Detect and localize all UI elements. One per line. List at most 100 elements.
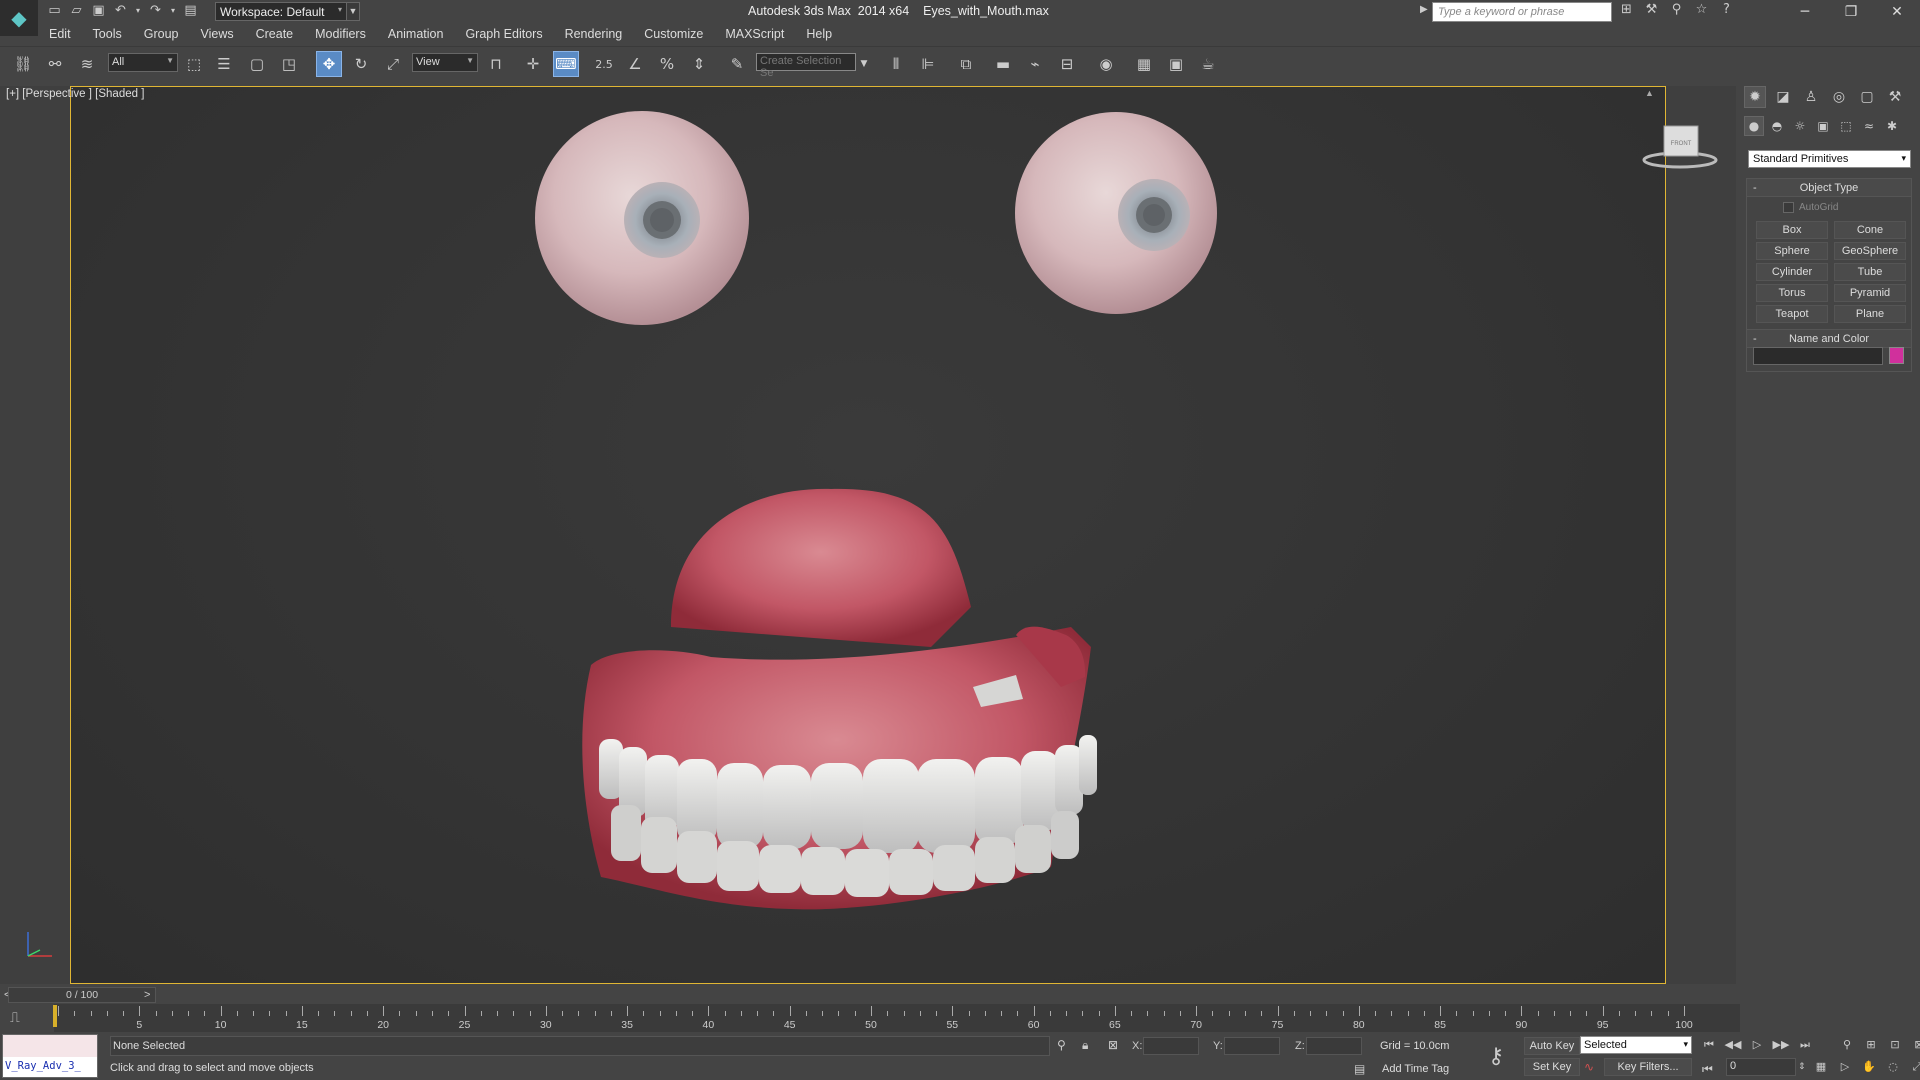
sphere-button[interactable]: Sphere bbox=[1756, 242, 1828, 260]
menu-edit[interactable]: Edit bbox=[38, 27, 82, 41]
minimize-icon[interactable]: ─ bbox=[1782, 0, 1828, 24]
snaps-toggle-icon[interactable]: 2.5 bbox=[590, 51, 618, 77]
geosphere-button[interactable]: GeoSphere bbox=[1834, 242, 1906, 260]
create-tab-icon[interactable]: ✹ bbox=[1744, 86, 1766, 108]
graphite-ribbon-icon[interactable]: ▬ bbox=[990, 51, 1016, 77]
manipulate-icon[interactable]: ✛ bbox=[520, 51, 546, 77]
helpers-icon[interactable]: ⬚ bbox=[1836, 116, 1856, 136]
add-time-tag[interactable]: Add Time Tag bbox=[1382, 1063, 1449, 1075]
rendered-frame-window-icon[interactable]: ▣ bbox=[1162, 51, 1190, 77]
lights-icon[interactable]: ☼ bbox=[1790, 116, 1810, 136]
teapot-button[interactable]: Teapot bbox=[1756, 305, 1828, 323]
bind-space-warp-icon[interactable]: ≋ bbox=[74, 51, 100, 77]
menu-customize[interactable]: Customize bbox=[633, 27, 714, 41]
viewcube[interactable]: FRONT bbox=[1640, 122, 1720, 172]
close-icon[interactable]: ✕ bbox=[1874, 0, 1920, 24]
selection-lock-icon[interactable]: 🔒︎ bbox=[1082, 1038, 1088, 1053]
plane-button[interactable]: Plane bbox=[1834, 305, 1906, 323]
key-mode-toggle-icon[interactable]: ⏮ bbox=[1702, 1062, 1713, 1077]
right-eyeball[interactable] bbox=[1015, 112, 1217, 314]
link-icon[interactable]: ⛓ bbox=[10, 51, 36, 77]
unlink-icon[interactable]: ⚯ bbox=[42, 51, 68, 77]
geometry-icon[interactable]: ● bbox=[1744, 116, 1764, 136]
rectangular-selection-icon[interactable]: ▢ bbox=[245, 51, 269, 77]
zoom-icon[interactable]: ⚲ bbox=[1838, 1038, 1856, 1056]
track-bar[interactable]: 5 10 15 20 25 30 35 40 45 50 55 60 65 70 75 80 85 90 95 100 bbox=[54, 1004, 1740, 1032]
torus-button[interactable]: Torus bbox=[1756, 284, 1828, 302]
favorites-star-icon[interactable]: ☆ bbox=[1693, 2, 1710, 21]
maximize-viewport-icon[interactable]: ⤢ bbox=[1908, 1060, 1920, 1078]
mini-curve-editor-icon[interactable]: ⎍ bbox=[10, 1010, 20, 1026]
go-to-start-icon[interactable]: ⏮ bbox=[1700, 1038, 1718, 1056]
mirror-icon[interactable]: ⫴ bbox=[882, 51, 910, 77]
shapes-icon[interactable]: ◓ bbox=[1767, 116, 1787, 136]
menu-maxscript[interactable]: MAXScript bbox=[714, 27, 795, 41]
zoom-all-icon[interactable]: ⊞ bbox=[1862, 1038, 1880, 1056]
search-expand-icon[interactable]: ▶ bbox=[1420, 4, 1428, 15]
zoom-extents-all-icon[interactable]: ⊠ bbox=[1910, 1038, 1920, 1056]
pivot-point-icon[interactable]: ⊓ bbox=[482, 51, 510, 77]
box-button[interactable]: Box bbox=[1756, 221, 1828, 239]
select-and-rotate-icon[interactable]: ↻ bbox=[348, 51, 374, 77]
curve-editor-icon[interactable]: ⌁ bbox=[1022, 51, 1048, 77]
chevron-down-icon[interactable]: ▼ bbox=[856, 51, 872, 77]
reference-coordinate-select[interactable]: View ▼ bbox=[412, 53, 478, 72]
menu-group[interactable]: Group bbox=[133, 27, 190, 41]
menu-help[interactable]: Help bbox=[795, 27, 843, 41]
play-icon[interactable]: ▷ bbox=[1748, 1038, 1766, 1056]
undo-icon[interactable]: ↶ bbox=[112, 2, 129, 19]
subscription-icon[interactable]: ⚒ bbox=[1643, 2, 1660, 21]
modify-tab-icon[interactable]: ◪ bbox=[1772, 86, 1794, 108]
keyboard-shortcut-override-icon[interactable]: ⌨ bbox=[553, 51, 579, 77]
communication-icon[interactable]: ⚲ bbox=[1668, 2, 1685, 21]
object-name-input[interactable] bbox=[1753, 347, 1883, 365]
primitive-category-select[interactable]: Standard Primitives ▾ bbox=[1748, 150, 1911, 168]
default-tangent-icon[interactable]: ∿ bbox=[1584, 1060, 1594, 1074]
viewport-lock-icon[interactable]: ▲ bbox=[1645, 88, 1654, 98]
space-warps-icon[interactable]: ≈ bbox=[1859, 116, 1879, 136]
time-configuration-icon[interactable]: ▦ bbox=[1812, 1060, 1830, 1078]
menu-tools[interactable]: Tools bbox=[82, 27, 133, 41]
window-crossing-icon[interactable]: ◳ bbox=[277, 51, 301, 77]
left-eyeball[interactable] bbox=[535, 111, 749, 325]
z-coordinate-field[interactable] bbox=[1306, 1037, 1362, 1055]
material-editor-icon[interactable]: ◉ bbox=[1092, 51, 1120, 77]
set-key-mode-icon[interactable]: ⚷ bbox=[1488, 1044, 1504, 1069]
time-slider-next-icon[interactable]: > bbox=[144, 989, 150, 1001]
key-filters-button[interactable]: Key Filters... bbox=[1604, 1058, 1692, 1076]
maxscript-listener[interactable]: V_Ray_Adv_3_ bbox=[2, 1034, 98, 1078]
app-menu-button[interactable]: ◆ bbox=[0, 0, 38, 36]
selection-filter-select[interactable]: All ▼ bbox=[108, 53, 178, 72]
systems-icon[interactable]: ✱ bbox=[1882, 116, 1902, 136]
time-tag-icon[interactable]: ▤ bbox=[1354, 1062, 1365, 1076]
select-by-name-icon[interactable]: ☰ bbox=[212, 51, 236, 77]
y-coordinate-field[interactable] bbox=[1224, 1037, 1280, 1055]
binoculars-icon[interactable]: ⊞ bbox=[1618, 2, 1635, 21]
save-icon[interactable]: ▣ bbox=[90, 2, 107, 19]
go-to-end-icon[interactable]: ⏭ bbox=[1796, 1038, 1814, 1056]
new-file-icon[interactable]: ▭ bbox=[46, 2, 63, 19]
track-bar-frame-marker[interactable] bbox=[53, 1005, 57, 1027]
tube-button[interactable]: Tube bbox=[1834, 263, 1906, 281]
search-input[interactable]: Type a keyword or phrase bbox=[1432, 2, 1612, 22]
align-icon[interactable]: ⊫ bbox=[914, 51, 942, 77]
x-coordinate-field[interactable] bbox=[1143, 1037, 1199, 1055]
object-color-swatch[interactable] bbox=[1889, 347, 1904, 364]
key-mode-select[interactable]: Selected ▾ bbox=[1580, 1036, 1692, 1054]
menu-create[interactable]: Create bbox=[245, 27, 305, 41]
project-folder-icon[interactable]: ▤ bbox=[182, 2, 199, 19]
set-key-button[interactable]: Set Key bbox=[1524, 1058, 1580, 1076]
autogrid-checkbox[interactable] bbox=[1783, 202, 1794, 213]
menu-rendering[interactable]: Rendering bbox=[554, 27, 634, 41]
menu-views[interactable]: Views bbox=[189, 27, 244, 41]
object-type-header[interactable]: - Object Type bbox=[1747, 179, 1911, 197]
cone-button[interactable]: Cone bbox=[1834, 221, 1906, 239]
menu-modifiers[interactable]: Modifiers bbox=[304, 27, 377, 41]
previous-frame-icon[interactable]: ◀◀ bbox=[1724, 1038, 1742, 1056]
spinner-snap-icon[interactable]: ⇕ bbox=[686, 51, 712, 77]
frame-spinner-icon[interactable]: ⇕ bbox=[1798, 1062, 1806, 1072]
orbit-icon[interactable]: ◌ bbox=[1884, 1060, 1902, 1078]
mouth-teeth-model[interactable] bbox=[582, 488, 1097, 910]
maxscript-mini-listener-text[interactable]: V_Ray_Adv_3_ bbox=[3, 1057, 97, 1077]
help-icon[interactable]: ? bbox=[1718, 2, 1735, 21]
